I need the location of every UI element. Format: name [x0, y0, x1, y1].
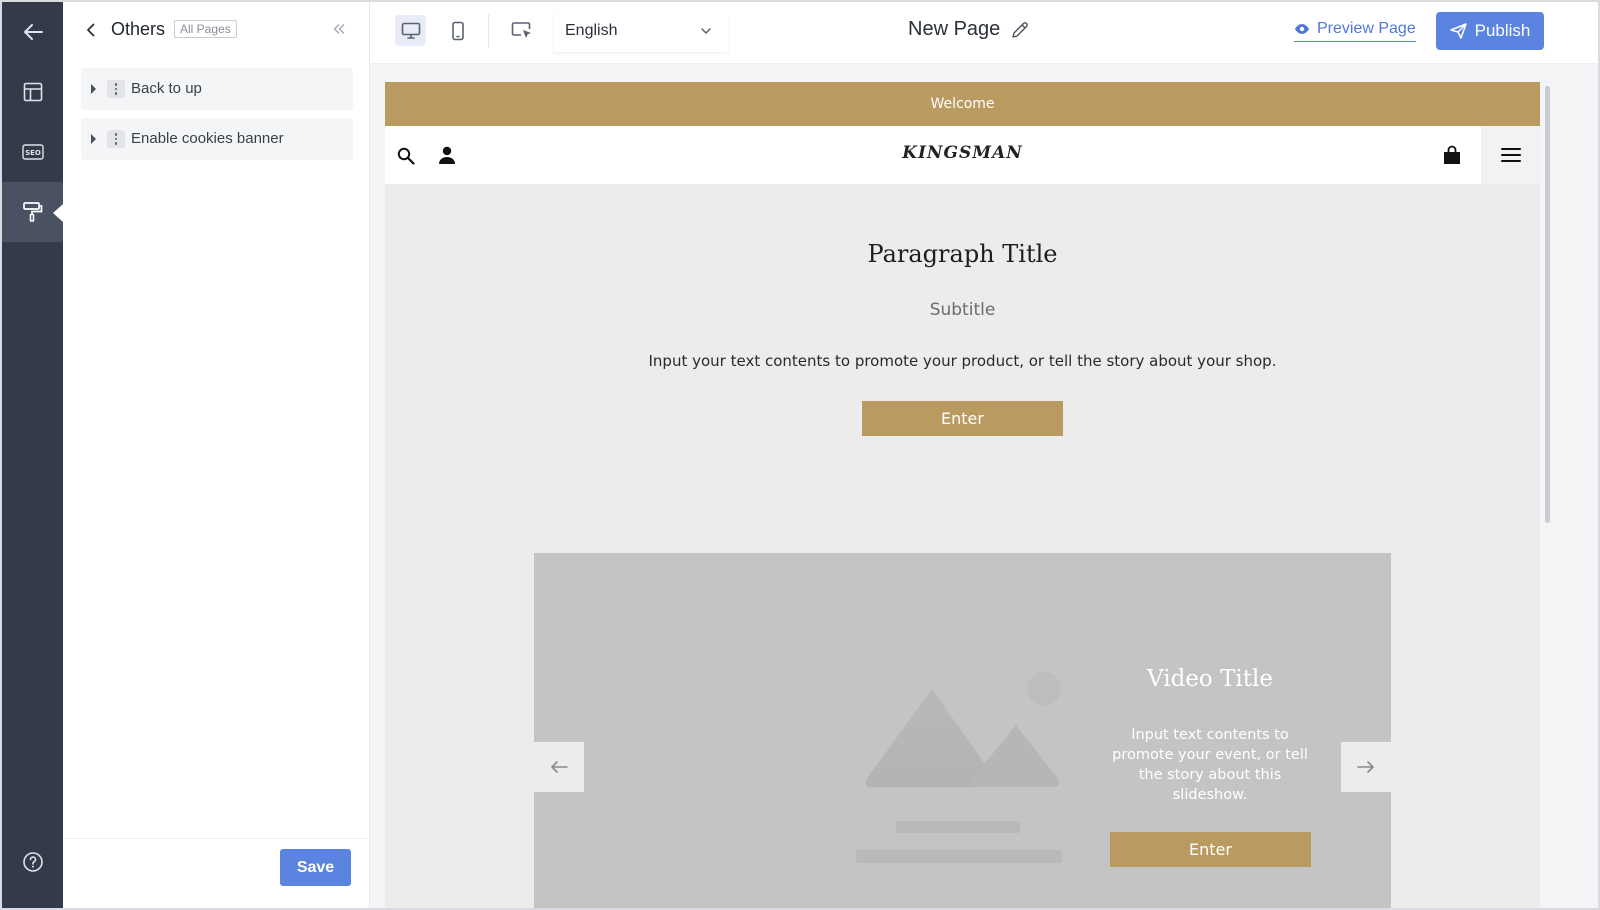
shopping-bag-icon[interactable]	[1442, 145, 1462, 165]
announcement-bar[interactable]: Welcome	[385, 82, 1540, 126]
desktop-icon	[401, 22, 420, 39]
editor-canvas: Welcome KINGSMAN Paragraph Title Subtitl…	[370, 64, 1598, 908]
list-item-label: Enable cookies banner	[131, 130, 284, 147]
cursor-select-icon	[511, 21, 531, 38]
panel-title: Others	[111, 19, 166, 39]
arrow-left-icon	[551, 761, 568, 773]
paragraph-subtitle[interactable]: Subtitle	[385, 300, 1540, 320]
mobile-icon	[451, 21, 464, 40]
left-rail: SEO	[2, 2, 63, 908]
back-rail-button[interactable]	[2, 2, 63, 62]
help-rail-button[interactable]	[2, 832, 63, 892]
language-value: English	[565, 22, 618, 39]
hamburger-menu-icon	[1500, 148, 1521, 162]
seo-icon-text: SEO	[25, 149, 41, 157]
slideshow[interactable]: Video Title Input text contents to promo…	[534, 553, 1391, 908]
mobile-view-button[interactable]	[442, 15, 473, 46]
canvas-scrollbar[interactable]	[1542, 82, 1552, 908]
select-mode-button[interactable]	[506, 15, 537, 46]
enter-button[interactable]: Enter	[862, 401, 1063, 436]
eye-icon	[1295, 24, 1309, 34]
paper-plane-icon	[1449, 23, 1467, 39]
save-button[interactable]: Save	[280, 849, 351, 886]
double-chevron-left-icon	[333, 24, 345, 34]
site-header[interactable]: KINGSMAN	[385, 126, 1540, 184]
arrow-right-icon	[1357, 761, 1374, 773]
chevron-down-icon	[701, 28, 711, 34]
toolbar-divider	[488, 14, 489, 48]
list-item-label: Back to up	[131, 80, 202, 97]
active-indicator	[53, 204, 63, 222]
publish-label: Publish	[1474, 21, 1531, 40]
caret-right-icon[interactable]	[91, 134, 96, 144]
preview-page-label: Preview Page	[1317, 20, 1416, 37]
next-slide-button[interactable]	[1341, 742, 1391, 792]
scope-badge: All Pages	[174, 20, 237, 38]
language-select[interactable]: English	[553, 11, 728, 52]
image-placeholder-icon	[856, 672, 1062, 863]
settings-panel: Others All Pages Back to up Enable cooki…	[63, 2, 370, 908]
list-item-cookies-banner[interactable]: Enable cookies banner	[81, 118, 353, 160]
page-preview[interactable]: Welcome KINGSMAN Paragraph Title Subtitl…	[385, 82, 1540, 908]
layout-icon	[23, 82, 42, 102]
list-item-back-to-up[interactable]: Back to up	[81, 68, 353, 110]
chevron-left-icon	[87, 23, 95, 37]
paragraph-text[interactable]: Input your text contents to promote your…	[385, 352, 1540, 370]
scrollbar-thumb[interactable]	[1545, 86, 1550, 523]
slide-enter-button[interactable]: Enter	[1110, 832, 1311, 867]
slide-text[interactable]: Input text contents to promote your even…	[1100, 725, 1320, 805]
menu-button[interactable]	[1481, 126, 1540, 184]
paragraph-title[interactable]: Paragraph Title	[385, 240, 1540, 268]
slide-title[interactable]: Video Title	[1094, 666, 1326, 692]
pencil-icon[interactable]	[1010, 20, 1030, 40]
layout-rail-button[interactable]	[2, 62, 63, 122]
seo-rail-button[interactable]: SEO	[2, 122, 63, 182]
arrow-left-icon	[23, 24, 43, 40]
design-rail-button[interactable]	[2, 182, 63, 242]
paint-roller-icon	[22, 202, 42, 222]
help-icon	[22, 852, 43, 872]
app-window: SEO Others All Pages Back to up Enable c…	[2, 2, 1598, 908]
editor-toolbar: English New Page Preview Page Publish	[370, 2, 1598, 64]
caret-right-icon[interactable]	[91, 84, 96, 94]
preview-page-button[interactable]: Preview Page	[1294, 20, 1416, 42]
publish-button[interactable]: Publish	[1436, 12, 1544, 50]
seo-icon: SEO	[21, 144, 44, 160]
brand-logo[interactable]: KINGSMAN	[385, 143, 1540, 163]
drag-handle-icon[interactable]	[107, 130, 125, 148]
drag-handle-icon[interactable]	[107, 80, 125, 98]
previous-slide-button[interactable]	[534, 742, 584, 792]
panel-footer: Save	[63, 838, 370, 908]
panel-back-button[interactable]	[81, 18, 101, 42]
desktop-view-button[interactable]	[395, 15, 426, 46]
panel-header: Others All Pages	[63, 2, 370, 58]
collapse-panel-button[interactable]	[329, 18, 349, 40]
page-title: New Page	[908, 18, 1001, 40]
